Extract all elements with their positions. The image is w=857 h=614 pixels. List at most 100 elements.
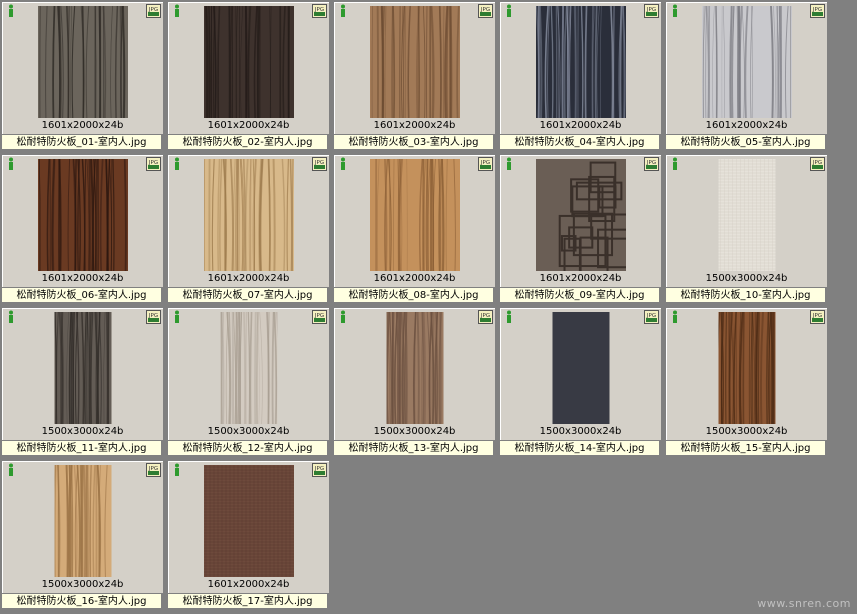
thumbnail-frame: JPG 1601x2000x24b — [333, 154, 496, 288]
thumbnail-frame: JPG 1601x2000x24b — [499, 154, 662, 288]
file-name-label[interactable]: 松耐特防火板_10-室内人.jpg — [665, 287, 826, 303]
image-dimensions: 1500x3000x24b — [705, 273, 788, 284]
file-name-label[interactable]: 松耐特防火板_17-室内人.jpg — [167, 593, 328, 609]
thumbnail-tile[interactable]: JPG 1601x2000x24b 松耐特防火板_03-室内人.jpg — [332, 0, 497, 153]
svg-text:JPG: JPG — [314, 160, 324, 166]
jpg-icon: JPG — [478, 4, 493, 18]
thumbnail-tile[interactable]: JPG 1500x3000x24b 松耐特防火板_14-室内人.jpg — [498, 306, 663, 459]
svg-text:JPG: JPG — [480, 160, 490, 166]
thumbnail-image[interactable] — [535, 159, 626, 271]
thumbnail-image[interactable] — [37, 6, 128, 118]
info-icon[interactable] — [669, 157, 681, 170]
svg-text:JPG: JPG — [314, 7, 324, 13]
svg-text:JPG: JPG — [812, 313, 822, 319]
info-icon[interactable] — [337, 4, 349, 17]
thumbnail-image[interactable] — [54, 312, 111, 424]
thumbnail-image[interactable] — [386, 312, 443, 424]
info-icon[interactable] — [337, 310, 349, 323]
thumbnail-image[interactable] — [535, 6, 626, 118]
jpg-icon: JPG — [146, 463, 161, 477]
file-name-label[interactable]: 松耐特防火板_08-室内人.jpg — [333, 287, 494, 303]
file-name-label[interactable]: 松耐特防火板_02-室内人.jpg — [167, 134, 328, 150]
thumbnail-image[interactable] — [718, 159, 775, 271]
thumbnail-frame: JPG 1601x2000x24b — [167, 460, 330, 594]
svg-text:JPG: JPG — [812, 160, 822, 166]
image-dimensions: 1500x3000x24b — [207, 426, 290, 437]
file-name-label[interactable]: 松耐特防火板_15-室内人.jpg — [665, 440, 826, 456]
thumbnail-grid: JPG 1601x2000x24b 松耐特防火板_01-室内人.jpg JPG 1601… — [0, 0, 857, 614]
thumbnail-tile[interactable]: JPG 1500x3000x24b 松耐特防火板_10-室内人.jpg — [664, 153, 829, 306]
info-icon[interactable] — [171, 310, 183, 323]
file-name-label[interactable]: 松耐特防火板_05-室内人.jpg — [665, 134, 826, 150]
svg-text:JPG: JPG — [646, 7, 656, 13]
file-name-label[interactable]: 松耐特防火板_04-室内人.jpg — [499, 134, 660, 150]
file-name-label[interactable]: 松耐特防火板_14-室内人.jpg — [499, 440, 660, 456]
thumbnail-frame: JPG 1601x2000x24b — [333, 1, 496, 135]
jpg-icon: JPG — [312, 310, 327, 324]
thumbnail-tile[interactable]: JPG 1601x2000x24b 松耐特防火板_07-室内人.jpg — [166, 153, 331, 306]
thumbnail-tile[interactable]: JPG 1601x2000x24b 松耐特防火板_05-室内人.jpg — [664, 0, 829, 153]
info-icon[interactable] — [171, 157, 183, 170]
info-icon[interactable] — [5, 310, 17, 323]
svg-text:JPG: JPG — [148, 7, 158, 13]
thumbnail-frame: JPG 1601x2000x24b — [1, 154, 164, 288]
thumbnail-tile[interactable]: JPG 1601x2000x24b 松耐特防火板_09-室内人.jpg — [498, 153, 663, 306]
thumbnail-tile[interactable]: JPG 1500x3000x24b 松耐特防火板_13-室内人.jpg — [332, 306, 497, 459]
thumbnail-image[interactable] — [701, 6, 792, 118]
thumbnail-tile[interactable]: JPG 1601x2000x24b 松耐特防火板_08-室内人.jpg — [332, 153, 497, 306]
file-name-label[interactable]: 松耐特防火板_06-室内人.jpg — [1, 287, 162, 303]
image-dimensions: 1500x3000x24b — [705, 426, 788, 437]
thumbnail-frame: JPG 1601x2000x24b — [167, 154, 330, 288]
file-name-label[interactable]: 松耐特防火板_12-室内人.jpg — [167, 440, 328, 456]
image-dimensions: 1601x2000x24b — [207, 273, 290, 284]
image-dimensions: 1601x2000x24b — [373, 120, 456, 131]
jpg-icon: JPG — [644, 4, 659, 18]
thumbnail-image[interactable] — [369, 6, 460, 118]
image-dimensions: 1601x2000x24b — [41, 120, 124, 131]
jpg-icon: JPG — [810, 4, 825, 18]
thumbnail-image[interactable] — [220, 312, 277, 424]
image-dimensions: 1601x2000x24b — [705, 120, 788, 131]
thumbnail-tile[interactable]: JPG 1601x2000x24b 松耐特防火板_17-室内人.jpg — [166, 459, 331, 612]
info-icon[interactable] — [337, 157, 349, 170]
info-icon[interactable] — [503, 4, 515, 17]
thumbnail-image[interactable] — [369, 159, 460, 271]
thumbnail-image[interactable] — [203, 6, 294, 118]
file-name-label[interactable]: 松耐特防火板_03-室内人.jpg — [333, 134, 494, 150]
svg-text:JPG: JPG — [148, 313, 158, 319]
thumbnail-tile[interactable]: JPG 1601x2000x24b 松耐特防火板_02-室内人.jpg — [166, 0, 331, 153]
thumbnail-tile[interactable]: JPG 1500x3000x24b 松耐特防火板_12-室内人.jpg — [166, 306, 331, 459]
thumbnail-frame: JPG 1500x3000x24b — [665, 154, 828, 288]
thumbnail-tile[interactable]: JPG 1500x3000x24b 松耐特防火板_15-室内人.jpg — [664, 306, 829, 459]
thumbnail-tile[interactable]: JPG 1601x2000x24b 松耐特防火板_04-室内人.jpg — [498, 0, 663, 153]
file-name-label[interactable]: 松耐特防火板_01-室内人.jpg — [1, 134, 162, 150]
info-icon[interactable] — [5, 157, 17, 170]
thumbnail-tile[interactable]: JPG 1500x3000x24b 松耐特防火板_11-室内人.jpg — [0, 306, 165, 459]
info-icon[interactable] — [5, 463, 17, 476]
image-dimensions: 1500x3000x24b — [41, 426, 124, 437]
info-icon[interactable] — [503, 310, 515, 323]
file-name-label[interactable]: 松耐特防火板_13-室内人.jpg — [333, 440, 494, 456]
info-icon[interactable] — [669, 310, 681, 323]
info-icon[interactable] — [171, 463, 183, 476]
thumbnail-image[interactable] — [203, 465, 294, 577]
thumbnail-image[interactable] — [54, 465, 111, 577]
info-icon[interactable] — [171, 4, 183, 17]
file-name-label[interactable]: 松耐特防火板_11-室内人.jpg — [1, 440, 162, 456]
thumbnail-image[interactable] — [552, 312, 609, 424]
thumbnail-tile[interactable]: JPG 1601x2000x24b 松耐特防火板_01-室内人.jpg — [0, 0, 165, 153]
info-icon[interactable] — [503, 157, 515, 170]
svg-text:JPG: JPG — [480, 7, 490, 13]
thumbnail-frame: JPG 1500x3000x24b — [1, 460, 164, 594]
info-icon[interactable] — [669, 4, 681, 17]
thumbnail-tile[interactable]: JPG 1601x2000x24b 松耐特防火板_06-室内人.jpg — [0, 153, 165, 306]
thumbnail-image[interactable] — [203, 159, 294, 271]
file-name-label[interactable]: 松耐特防火板_07-室内人.jpg — [167, 287, 328, 303]
file-name-label[interactable]: 松耐特防火板_16-室内人.jpg — [1, 593, 162, 609]
thumbnail-tile[interactable]: JPG 1500x3000x24b 松耐特防火板_16-室内人.jpg — [0, 459, 165, 612]
file-name-label[interactable]: 松耐特防火板_09-室内人.jpg — [499, 287, 660, 303]
info-icon[interactable] — [5, 4, 17, 17]
thumbnail-image[interactable] — [37, 159, 128, 271]
thumbnail-image[interactable] — [718, 312, 775, 424]
watermark: www.snren.com — [757, 597, 851, 610]
